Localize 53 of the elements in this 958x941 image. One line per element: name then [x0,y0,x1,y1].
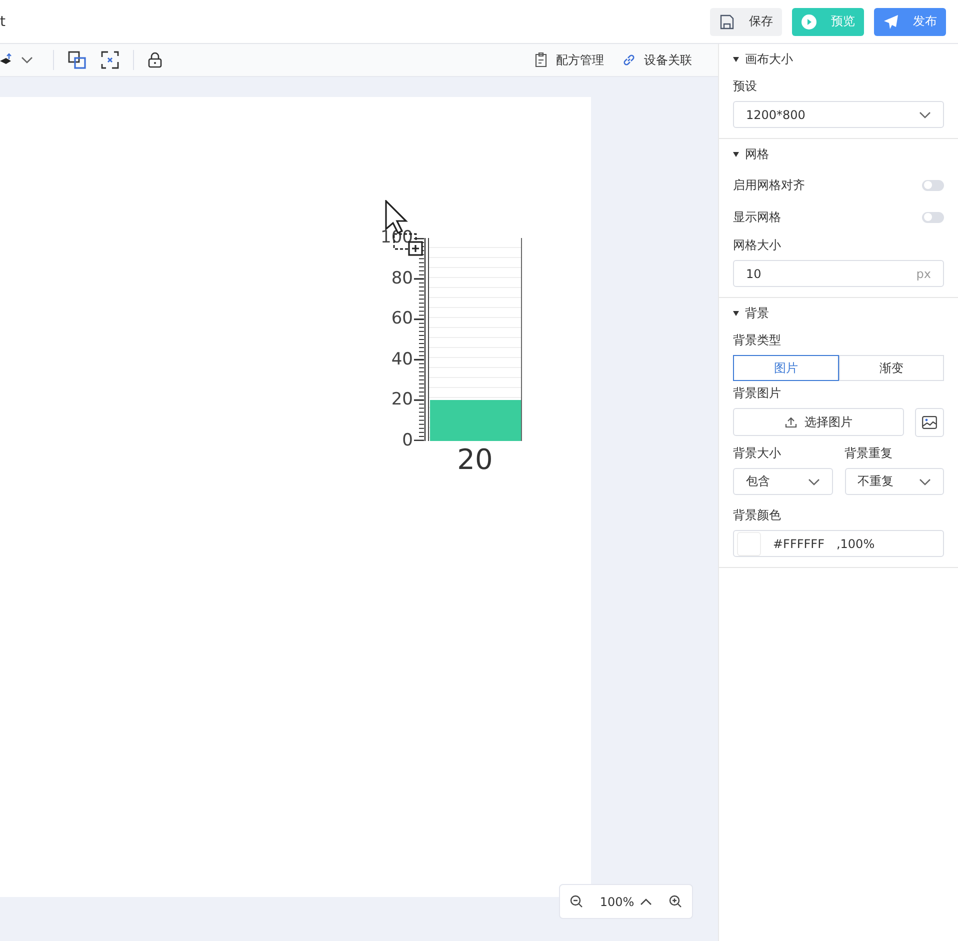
section-header[interactable]: 网格 [733,139,769,169]
recipe-link[interactable]: 配方管理 [534,52,604,68]
upload-icon [784,416,796,428]
play-icon [801,14,817,30]
group-icon[interactable] [68,51,86,69]
lock-icon[interactable] [148,52,162,68]
chevron-up-icon [640,898,652,906]
scale-label: 40 [391,351,413,368]
section-header[interactable]: 背景 [733,298,769,328]
image-icon [922,416,937,429]
zoom-out-icon [570,895,583,908]
scale-label: 60 [391,310,413,328]
toggle-switch[interactable] [922,212,944,222]
zoom-in-icon [669,895,682,908]
image-preview-button[interactable] [915,408,944,437]
paper-plane-icon [883,14,899,30]
field-label: 背景重复 [844,445,894,462]
scale-label: 20 [391,392,413,409]
section-header[interactable]: 画布大小 [733,44,793,74]
zoom-out-button[interactable] [570,895,583,908]
zoom-in-button[interactable] [669,895,682,908]
segment-option[interactable]: 图片 [733,355,838,381]
toggle-switch[interactable] [922,180,944,190]
level-reading: 20 [456,443,494,476]
link-icon [622,53,636,67]
chevron-down-icon [919,110,931,118]
color-input[interactable]: #FFFFFF ,100% [733,530,944,557]
device-link[interactable]: 设备关联 [622,52,692,68]
title-text: t [0,14,6,30]
field-label: 背景大小 [733,445,782,462]
grid-size-input[interactable]: 10 px [733,260,944,287]
layers-icon[interactable] [0,53,14,67]
field-label: 背景图片 [733,385,782,402]
dropdown-select[interactable]: 包含 [733,468,832,495]
toggle-label: 启用网格对齐 [733,176,805,194]
field-label: 网格大小 [733,237,782,254]
select-image-button[interactable]: 选择图片 [733,408,904,436]
clipboard-icon [534,52,548,68]
field-label: 预设 [733,78,758,95]
color-swatch[interactable] [737,532,761,556]
preset-select[interactable]: 1200*800 [733,101,944,128]
field-label: 背景颜色 [733,507,782,524]
dropdown-select[interactable]: 不重复 [844,468,944,495]
chevron-down-icon [21,56,33,64]
chevron-down-icon [808,478,820,486]
segment-option[interactable]: 渐变 [838,355,944,381]
chevron-down-icon [919,478,931,486]
zoom-level-dropdown[interactable]: 100% [600,894,652,908]
save-button[interactable]: 保存 [710,8,782,36]
toggle-label: 显示网格 [733,208,781,226]
scale-label: 80 [391,270,413,288]
scale-label: 0 [402,432,413,450]
field-label: 背景类型 [733,332,782,349]
